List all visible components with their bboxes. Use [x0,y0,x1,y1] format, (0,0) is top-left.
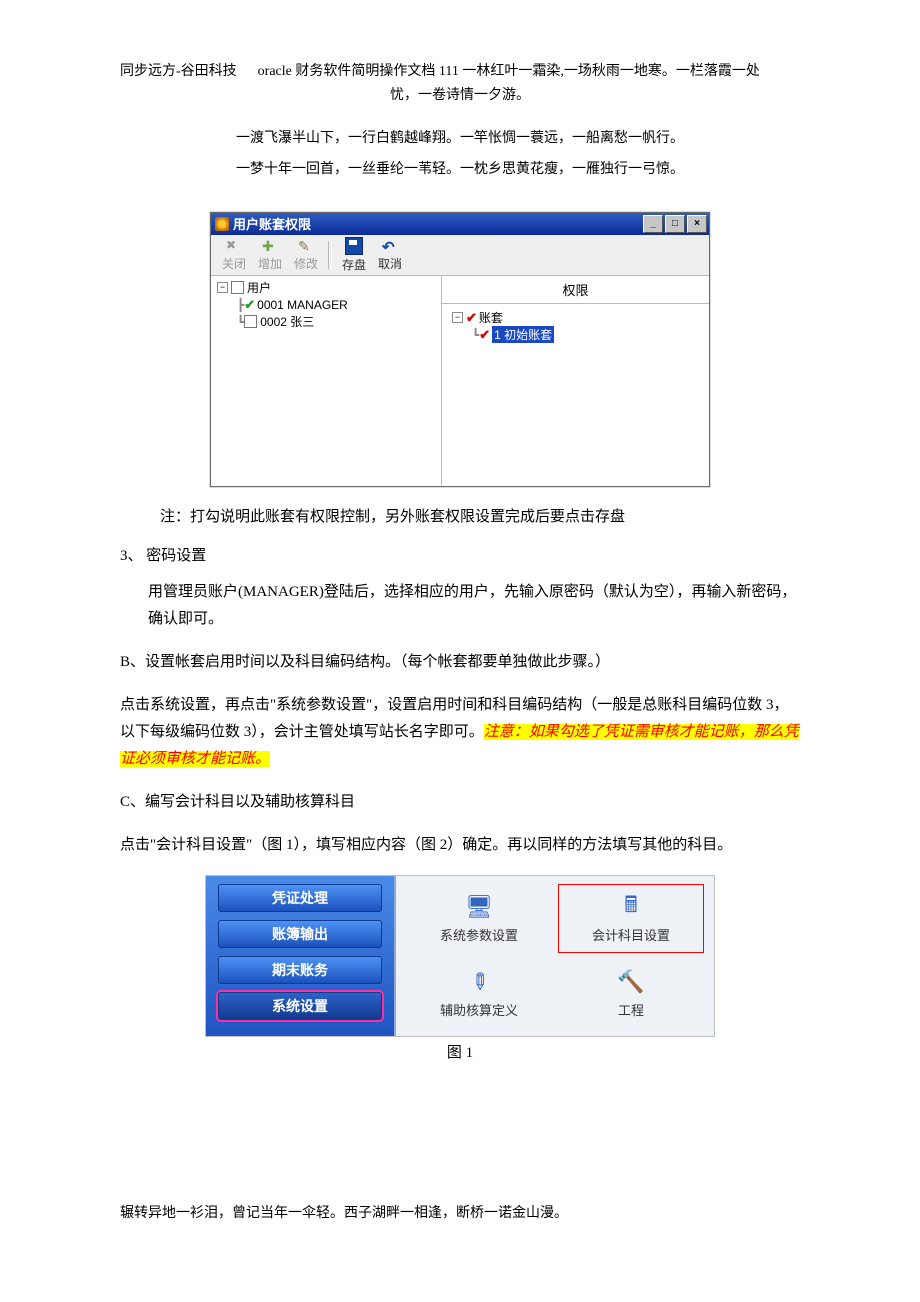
icon-account-subjects[interactable]: 会计科目设置 [558,884,704,953]
close-icon: ✖ [226,238,242,254]
hammer-icon [617,968,645,996]
add-icon [262,238,278,254]
nav-system-button[interactable]: 系统设置 [218,992,382,1020]
user-tree-pane[interactable]: − 用户 ┣ ✔ 0001 MANAGER ┗ 0002 张三 [211,276,442,486]
tb-close-button: ✖ 关闭 [217,238,251,272]
tree-branch-icon: ┗ [237,315,242,329]
permission-header: 权限 [442,276,709,304]
monitor-icon [465,893,493,921]
nav-ledger-button[interactable]: 账簿输出 [218,920,382,948]
section-b-para: 点击系统设置，再点击"系统参数设置"，设置启用时间和科目编码结构（一般是总账科目… [120,692,800,773]
tb-add-button: 增加 [253,238,287,272]
permission-tree[interactable]: − ✔ 账套 ┗ ✔ 1 初始账套 [442,304,709,486]
calculator-icon [617,893,645,921]
tree-user-2[interactable]: 0002 张三 [260,313,314,330]
perm-item-selected[interactable]: 1 初始账套 [492,326,554,343]
check-red-icon: ✔ [466,310,477,326]
check-green-icon: ✔ [244,297,255,313]
maximize-button[interactable]: □ [665,215,685,233]
footer-poem: 辗转异地一衫泪，曾记当年一伞轻。西子湖畔一相逢，断桥一诺金山漫。 [120,1202,800,1222]
tb-edit-button: 修改 [289,238,323,272]
figure-1-caption: 图 1 [120,1041,800,1062]
minimize-button[interactable]: _ [643,215,663,233]
icon-grid: 系统参数设置 会计科目设置 辅助核算定义 工程 [394,876,714,1036]
tree-branch-icon: ┗ [472,328,477,342]
header-right: oracle 财务软件简明操作文档 111 一林红叶一霜染,一场秋雨一地寒。一栏… [258,64,760,79]
undo-icon [382,238,398,254]
nav-periodend-button[interactable]: 期末账务 [218,956,382,984]
section-b-heading: B、设置帐套启用时间以及科目编码结构。（每个帐套都要单独做此步骤。） [120,649,800,676]
icon-project[interactable]: 工程 [558,959,704,1028]
note-text: 注：打勾说明此账套有权限控制，另外账套权限设置完成后要点击存盘 [160,505,800,526]
save-icon [345,237,363,255]
permissions-window: 用户账套权限 _ □ × ✖ 关闭 增加 修改 存盘 [210,212,710,487]
tree-user-1[interactable]: 0001 MANAGER [257,298,348,312]
icon-system-params[interactable]: 系统参数设置 [406,884,552,953]
section-c-heading: C、编写会计科目以及辅助核算科目 [120,789,800,816]
tree-collapse-icon[interactable]: − [217,282,228,293]
pen-icon [465,968,493,996]
perm-root[interactable]: 账套 [479,309,503,326]
edit-icon [298,238,314,254]
nav-voucher-button[interactable]: 凭证处理 [218,884,382,912]
tree-branch-icon: ┣ [237,298,242,312]
header-left: 同步远方-谷田科技 [120,64,237,79]
poem-l1: 一渡飞瀑半山下，一行白鹤越峰翔。一竿怅惆一蓑远，一船离愁一帆行。 [120,126,800,151]
check-red-icon: ✔ [479,327,490,343]
doc-header: 同步远方-谷田科技 oracle 财务软件简明操作文档 111 一林红叶一霜染,… [120,60,800,84]
window-title: 用户账套权限 [233,214,643,233]
tb-save-button[interactable]: 存盘 [337,237,371,273]
checkbox-icon[interactable] [244,315,257,328]
toolbar-separator [328,241,332,269]
checkbox-icon[interactable] [231,281,244,294]
nav-column: 凭证处理 账簿输出 期末账务 系统设置 [206,876,394,1036]
toolbar: ✖ 关闭 增加 修改 存盘 取消 [211,235,709,276]
header-line2: 忧，一卷诗情一夕游。 [120,84,800,108]
app-icon [215,217,229,231]
poem-block: 一渡飞瀑半山下，一行白鹤越峰翔。一竿怅惆一蓑远，一船离愁一帆行。 一梦十年一回首… [120,126,800,182]
poem-l2: 一梦十年一回首，一丝垂纶一苇轻。一枕乡思黄花瘦，一雁独行一弓惊。 [120,157,800,182]
section-3-heading: 3、 密码设置 [120,544,800,565]
section-c-para: 点击"会计科目设置"（图 1），填写相应内容（图 2）确定。再以同样的方法填写其… [120,832,800,859]
tb-cancel-button[interactable]: 取消 [373,238,407,272]
close-window-button[interactable]: × [687,215,707,233]
icon-aux-accounting[interactable]: 辅助核算定义 [406,959,552,1028]
window-titlebar[interactable]: 用户账套权限 _ □ × [211,213,709,235]
tree-root-user[interactable]: 用户 [247,279,271,296]
figure-1: 凭证处理 账簿输出 期末账务 系统设置 系统参数设置 会计科目设置 辅助核算定义… [205,875,715,1037]
tree-collapse-icon[interactable]: − [452,312,463,323]
section-3-para: 用管理员账户(MANAGER)登陆后，选择相应的用户，先输入原密码（默认为空），… [148,579,800,633]
